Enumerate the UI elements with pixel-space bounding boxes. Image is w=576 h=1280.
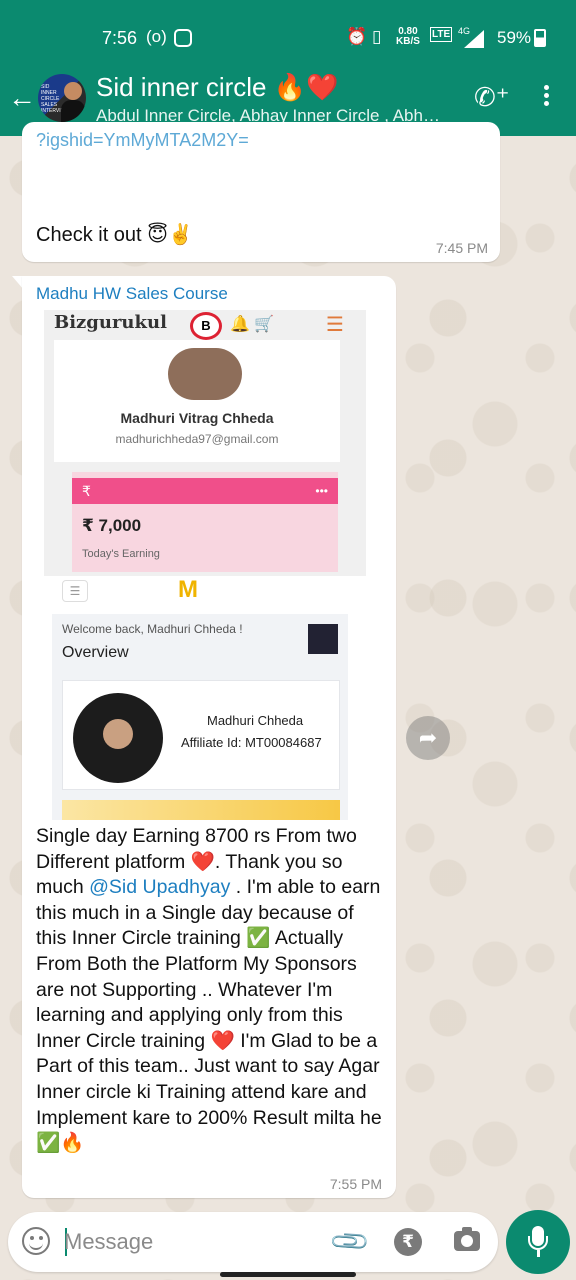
profile-card: Madhuri Vitrag Chheda madhurichheda97@gm… [54, 340, 340, 462]
earning-card: ₹ ••• ₹ 7,000 Today's Earning [72, 472, 338, 572]
instagram-icon [174, 29, 192, 47]
profile-email: madhurichheda97@gmail.com [115, 432, 279, 446]
gold-banner [62, 800, 340, 820]
earning-bar: ₹ ••• [72, 478, 338, 504]
camera-icon[interactable] [454, 1227, 480, 1251]
hotspot-icon: (o) [146, 27, 167, 46]
message-link[interactable]: ?igshid=YmMyMTA2M2Y= [36, 130, 249, 151]
add-call-icon[interactable]: ✆⁺ [474, 82, 510, 113]
status-bar: 7:56 (o) ⏰ ▯ 0.80 KB/S LTE 4G 59% [0, 0, 576, 70]
overview-heading: Overview [62, 644, 129, 661]
voice-message-button[interactable] [506, 1210, 570, 1274]
vibrate-icon: ▯ [372, 27, 382, 46]
mini-avatar [308, 624, 338, 654]
forward-icon[interactable]: ➦ [406, 716, 450, 760]
message-text-part: . I'm able to earn this much in a Single… [36, 876, 382, 1155]
earnings-screenshot: Bizgurukul B 🔔 🛒 ☰ Madhuri Vitrag Chheda… [44, 310, 366, 576]
earning-label: Today's Earning [82, 548, 160, 560]
affiliate-name: Madhuri Chheda [207, 713, 304, 728]
avatar-label: SID INNER CIRCLE SALES INTERVIEW [41, 84, 69, 114]
mention-link[interactable]: @Sid Upadhyay [89, 876, 230, 898]
home-indicator[interactable] [220, 1272, 356, 1277]
profile-name: Madhuri Vitrag Chheda [120, 410, 274, 426]
affiliate-card: Madhuri Chheda Affiliate Id: MT00084687 [62, 680, 340, 790]
earning-amount: ₹ 7,000 [82, 516, 142, 535]
hamburger-icon: ☰ [326, 314, 344, 336]
more-options-icon[interactable] [536, 82, 556, 112]
welcome-text: Welcome back, Madhuri Chheda ! [62, 622, 243, 636]
message-input[interactable] [64, 1226, 314, 1258]
brand-logo: M [178, 576, 198, 603]
rupee-symbol: ₹ [82, 483, 91, 499]
network-speed: 0.80 KB/S [396, 27, 420, 47]
payment-icon[interactable]: ₹ [394, 1228, 422, 1256]
affiliate-screenshot: ☰ M Welcome back, Madhuri Chheda ! Overv… [44, 576, 366, 820]
sender-name[interactable]: Madhu HW Sales Course [36, 284, 228, 304]
signal-icon [464, 30, 484, 48]
volte-icon: LTE [430, 27, 453, 42]
earning-menu: ••• [315, 484, 328, 498]
attach-icon[interactable]: 📎 [328, 1219, 373, 1264]
overview-card: Welcome back, Madhuri Chheda ! Overview … [52, 614, 348, 820]
status-time: 7:56 [102, 28, 138, 48]
battery-icon [534, 29, 546, 47]
chat-title[interactable]: Sid inner circle 🔥❤️ [96, 72, 338, 103]
avatar-person-body [61, 100, 85, 122]
affiliate-id: Affiliate Id: MT00084687 [181, 735, 322, 750]
message-bubble[interactable]: Madhu HW Sales Course Bizgurukul B 🔔 🛒 ☰… [22, 276, 396, 1198]
emoji-icon[interactable] [22, 1227, 50, 1255]
group-avatar[interactable]: SID INNER CIRCLE SALES INTERVIEW [38, 74, 86, 122]
brand-name: Bizgurukul [54, 312, 167, 333]
brand-logo: B [190, 312, 222, 340]
alarm-icon: ⏰ [346, 27, 368, 46]
bell-cart-icons: 🔔 🛒 [230, 316, 275, 333]
profile-photo [168, 348, 242, 400]
message-text: Check it out 😇✌️ [36, 224, 193, 246]
message-time: 7:45 PM [435, 240, 488, 256]
avatar-person-head [64, 82, 82, 100]
battery-level: 59% [497, 28, 532, 47]
network-speed-unit: KB/S [396, 36, 420, 47]
message-text: Single day Earning 8700 rs From two Diff… [36, 824, 386, 1157]
message-time: 7:55 PM [329, 1176, 382, 1192]
message-bubble[interactable]: ?igshid=YmMyMTA2M2Y= Check it out 😇✌️ 7:… [22, 122, 500, 262]
hamburger-icon: ☰ [62, 580, 88, 602]
message-image[interactable]: Bizgurukul B 🔔 🛒 ☰ Madhuri Vitrag Chheda… [44, 310, 366, 820]
message-composer: 📎 ₹ [8, 1212, 498, 1272]
affiliate-photo [73, 693, 163, 783]
back-arrow-icon[interactable]: ← [8, 82, 36, 114]
app-bar: 7:56 (o) ⏰ ▯ 0.80 KB/S LTE 4G 59% ← SID … [0, 0, 576, 136]
